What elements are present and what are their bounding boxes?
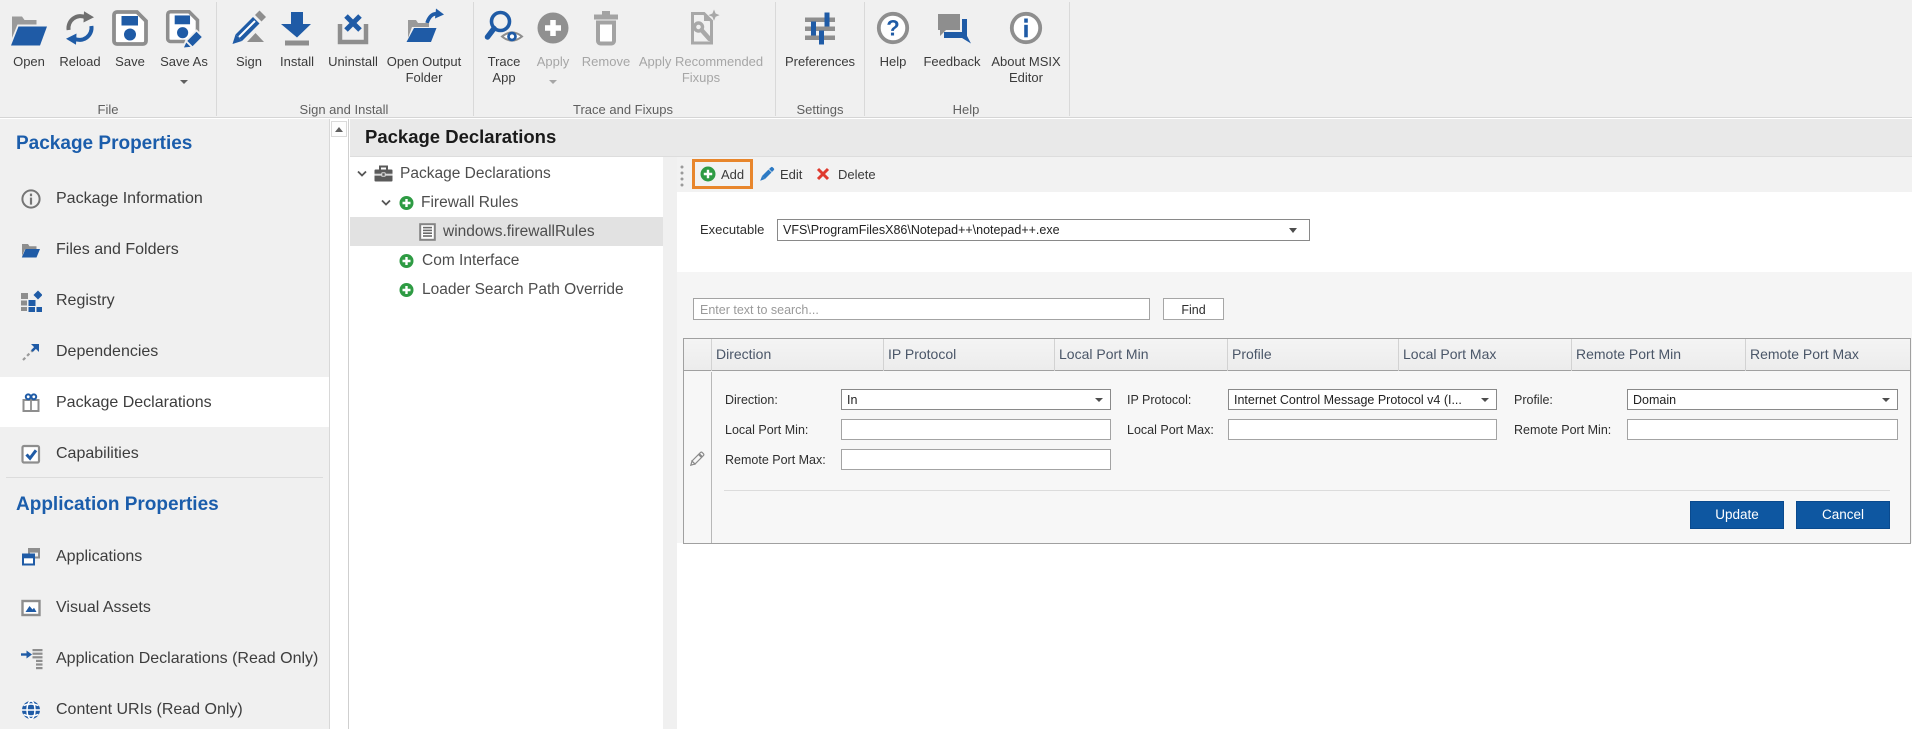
svg-text:?: ? [886, 16, 899, 41]
